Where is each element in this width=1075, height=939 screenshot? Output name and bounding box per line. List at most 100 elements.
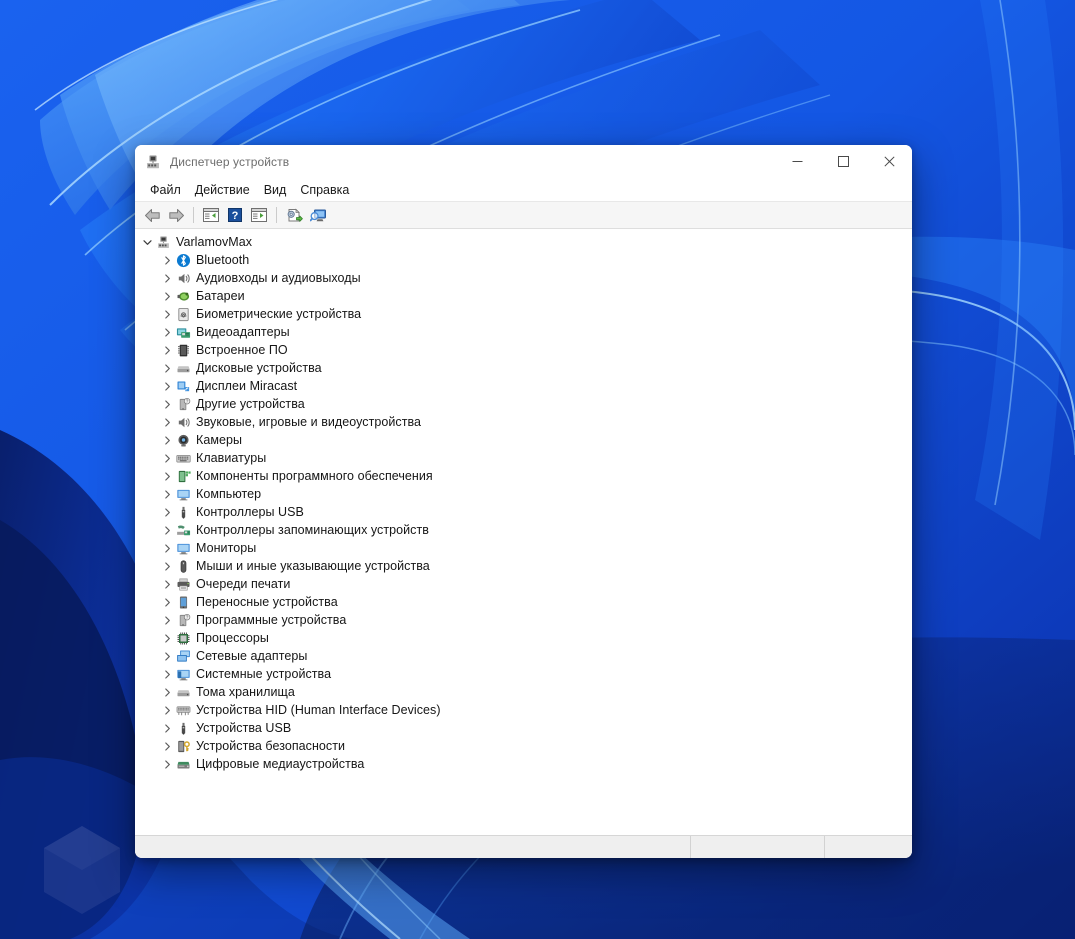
chevron-right-icon[interactable] [159, 669, 175, 679]
tree-item-25[interactable]: Устройства HID (Human Interface Devices) [135, 701, 912, 719]
tree-item-21[interactable]: Процессоры [135, 629, 912, 647]
usb-controller-icon [175, 504, 191, 520]
chevron-right-icon[interactable] [159, 579, 175, 589]
chevron-right-icon[interactable] [159, 489, 175, 499]
tree-item-label: Дисковые устройства [196, 361, 322, 375]
computer-icon [175, 486, 191, 502]
chevron-right-icon[interactable] [159, 327, 175, 337]
scan-hardware-changes-button[interactable] [306, 204, 330, 226]
back-button[interactable] [140, 204, 164, 226]
update-driver-button[interactable] [282, 204, 306, 226]
tree-item-label: Видеоадаптеры [196, 325, 290, 339]
device-tree[interactable]: VarlamovMax Bluetooth Аудиовходы и аудиов… [135, 229, 912, 835]
tree-item-11[interactable]: Клавиатуры [135, 449, 912, 467]
chevron-right-icon[interactable] [159, 309, 175, 319]
tree-item-label: Переносные устройства [196, 595, 338, 609]
maximize-button[interactable] [820, 145, 866, 178]
window-toolbar: ? [135, 202, 912, 229]
chevron-right-icon[interactable] [159, 723, 175, 733]
chevron-right-icon[interactable] [159, 543, 175, 553]
chevron-right-icon[interactable] [159, 705, 175, 715]
tree-item-12[interactable]: Компоненты программного обеспечения [135, 467, 912, 485]
chevron-right-icon[interactable] [159, 273, 175, 283]
tree-item-18[interactable]: Очереди печати [135, 575, 912, 593]
chevron-right-icon[interactable] [159, 633, 175, 643]
tree-item-23[interactable]: Системные устройства [135, 665, 912, 683]
tree-item-label: Дисплеи Miracast [196, 379, 298, 393]
chevron-right-icon[interactable] [159, 597, 175, 607]
display-adapter-icon [175, 324, 191, 340]
tree-item-24[interactable]: Тома хранилища [135, 683, 912, 701]
chevron-right-icon[interactable] [159, 741, 175, 751]
system-device-icon [175, 666, 191, 682]
tree-item-3[interactable]: Биометрические устройства [135, 305, 912, 323]
minimize-button[interactable] [774, 145, 820, 178]
properties-button[interactable] [199, 204, 223, 226]
chevron-right-icon[interactable] [159, 615, 175, 625]
chevron-right-icon[interactable] [159, 381, 175, 391]
print-queue-icon [175, 576, 191, 592]
chevron-right-icon[interactable] [159, 255, 175, 265]
tree-item-1[interactable]: Аудиовходы и аудиовыходы [135, 269, 912, 287]
help-button[interactable]: ? [223, 204, 247, 226]
tree-item-label: Компьютер [196, 487, 262, 501]
tree-item-17[interactable]: Мыши и иные указывающие устройства [135, 557, 912, 575]
tree-item-28[interactable]: Цифровые медиаустройства [135, 755, 912, 773]
show-hide-console-tree-button[interactable] [247, 204, 271, 226]
tree-item-9[interactable]: Звуковые, игровые и видеоустройства [135, 413, 912, 431]
chevron-right-icon[interactable] [159, 417, 175, 427]
tree-root-varlamovmax[interactable]: VarlamovMax [135, 233, 912, 251]
menu-view[interactable]: Вид [257, 181, 294, 199]
tree-item-26[interactable]: Устройства USB [135, 719, 912, 737]
window-statusbar [135, 835, 912, 858]
help-question-icon: ? [228, 208, 242, 222]
tree-item-0[interactable]: Bluetooth [135, 251, 912, 269]
tree-item-label: Очереди печати [196, 577, 291, 591]
tree-item-13[interactable]: Компьютер [135, 485, 912, 503]
tree-item-7[interactable]: Дисплеи Miracast [135, 377, 912, 395]
tree-item-label: Программные устройства [196, 613, 347, 627]
chevron-right-icon[interactable] [159, 345, 175, 355]
chevron-right-icon[interactable] [159, 759, 175, 769]
tree-item-2[interactable]: Батареи [135, 287, 912, 305]
tree-item-label: Устройства USB [196, 721, 292, 735]
tree-item-5[interactable]: Встроенное ПО [135, 341, 912, 359]
chevron-right-icon[interactable] [159, 471, 175, 481]
status-panel-middle [691, 836, 825, 858]
chevron-right-icon[interactable] [159, 291, 175, 301]
tree-item-6[interactable]: Дисковые устройства [135, 359, 912, 377]
tree-item-15[interactable]: Контроллеры запоминающих устройств [135, 521, 912, 539]
close-button[interactable] [866, 145, 912, 178]
tree-item-20[interactable]: ? Программные устройства [135, 611, 912, 629]
tree-item-14[interactable]: Контроллеры USB [135, 503, 912, 521]
chevron-right-icon[interactable] [159, 453, 175, 463]
menu-action[interactable]: Действие [188, 181, 257, 199]
window-titlebar[interactable]: Диспетчер устройств [135, 145, 912, 178]
tree-item-19[interactable]: Переносные устройства [135, 593, 912, 611]
chevron-right-icon[interactable] [159, 525, 175, 535]
forward-button[interactable] [164, 204, 188, 226]
bluetooth-icon [175, 252, 191, 268]
chevron-right-icon[interactable] [159, 435, 175, 445]
chevron-right-icon[interactable] [159, 561, 175, 571]
chevron-right-icon[interactable] [159, 399, 175, 409]
chevron-down-icon[interactable] [139, 238, 155, 247]
svg-text:?: ? [232, 210, 239, 222]
tree-item-22[interactable]: Сетевые адаптеры [135, 647, 912, 665]
tree-item-4[interactable]: Видеоадаптеры [135, 323, 912, 341]
camera-icon [175, 432, 191, 448]
device-manager-window: Диспетчер устройств Файл Действие Вид Сп… [135, 145, 912, 858]
chevron-right-icon[interactable] [159, 687, 175, 697]
chevron-right-icon[interactable] [159, 651, 175, 661]
menu-help[interactable]: Справка [293, 181, 356, 199]
tree-item-label: Батареи [196, 289, 245, 303]
menu-file[interactable]: Файл [143, 181, 188, 199]
tree-item-label: Биометрические устройства [196, 307, 362, 321]
tree-item-8[interactable]: ? Другие устройства [135, 395, 912, 413]
tree-item-27[interactable]: Устройства безопасности [135, 737, 912, 755]
chevron-right-icon[interactable] [159, 507, 175, 517]
chevron-right-icon[interactable] [159, 363, 175, 373]
tree-item-10[interactable]: Камеры [135, 431, 912, 449]
tree-item-16[interactable]: Мониторы [135, 539, 912, 557]
software-component-icon [175, 468, 191, 484]
